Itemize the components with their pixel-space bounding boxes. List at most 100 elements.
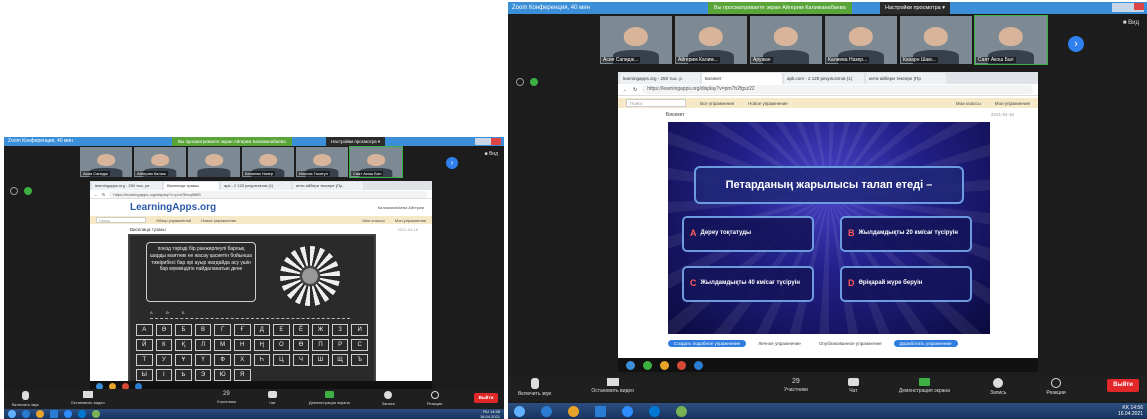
letter-key[interactable]: А xyxy=(136,324,153,336)
gallery-view-button[interactable]: ■ Вид xyxy=(485,151,498,157)
user-name[interactable]: Калижанабаева Айгерим xyxy=(378,205,424,210)
new-exercise-link[interactable]: Новое упражнение xyxy=(201,218,236,223)
private-exercise-button[interactable]: Личное упражнение xyxy=(752,340,807,347)
share-screen-button[interactable]: Демонстрация экрана xyxy=(899,378,950,394)
new-exercise-link[interactable]: Новое упражнение xyxy=(748,101,788,106)
letter-key[interactable]: Е xyxy=(273,324,290,336)
stop-video-button[interactable]: Остановить видео xyxy=(591,378,634,394)
shield-icon[interactable] xyxy=(530,78,538,86)
letter-key[interactable]: Ш xyxy=(312,354,329,366)
ie-icon[interactable] xyxy=(541,405,552,417)
letter-key[interactable]: П xyxy=(312,339,329,351)
participant-tile[interactable]: Аружан xyxy=(750,16,822,64)
window-controls[interactable] xyxy=(1112,3,1144,12)
participant-tile[interactable]: Айгерим Калиж... xyxy=(675,16,747,64)
word-icon[interactable] xyxy=(595,405,606,417)
create-similar-button[interactable]: Создать подобное упражнение xyxy=(668,340,747,347)
letter-key[interactable]: О xyxy=(273,339,290,351)
participant-tile[interactable]: Саят Акош Бал xyxy=(349,146,403,178)
start-button-icon[interactable] xyxy=(514,405,525,417)
reload-icon[interactable]: ↻ xyxy=(102,192,105,197)
leave-button[interactable]: Выйти xyxy=(1107,379,1139,392)
zoom-icon[interactable] xyxy=(622,405,633,417)
letter-key[interactable]: М xyxy=(214,339,231,351)
letter-key[interactable]: Ю xyxy=(214,369,231,381)
app-icon[interactable] xyxy=(92,410,100,418)
my-exercises-link[interactable]: Мои упражнения xyxy=(395,218,426,223)
windows-start-icon[interactable] xyxy=(626,360,635,370)
letter-key[interactable]: Т xyxy=(136,354,153,366)
browser-tab[interactable]: learningapps.org - 259 тыс. ре xyxy=(92,182,162,190)
browser-tab[interactable]: инти айбери тексере (Пр... xyxy=(293,182,363,190)
letter-key[interactable]: Ь xyxy=(175,369,192,381)
learningapps-logo[interactable]: LearningApps.org xyxy=(130,202,216,213)
letter-key[interactable]: І xyxy=(155,369,173,381)
view-options-button[interactable]: Настройки просмотра ▾ xyxy=(880,2,950,14)
letter-key[interactable]: В xyxy=(194,324,212,336)
browser-tab[interactable]: Бәсекет xyxy=(702,73,782,84)
answer-option-a[interactable]: A Дереу тоқтатуды xyxy=(682,216,814,252)
participant-tile[interactable]: Кахарн Шам... xyxy=(900,16,972,64)
letter-key[interactable]: Г xyxy=(214,324,231,336)
zoom-icon[interactable] xyxy=(64,410,72,418)
chrome-icon[interactable] xyxy=(36,410,44,418)
stop-video-button[interactable]: Остановить видео xyxy=(71,391,105,405)
participants-button[interactable]: 29 Участники xyxy=(217,391,236,404)
letter-key[interactable]: Я xyxy=(233,369,251,381)
window-controls[interactable] xyxy=(475,138,501,145)
next-participants-button[interactable]: › xyxy=(1068,36,1084,52)
opera-icon[interactable] xyxy=(677,360,686,370)
participants-button[interactable]: 29 Участники xyxy=(784,378,808,393)
next-participants-button[interactable]: › xyxy=(446,157,458,169)
letter-key[interactable]: Һ xyxy=(253,354,271,366)
letter-key[interactable]: Ө xyxy=(292,339,310,351)
my-classes-link[interactable]: Мои классы xyxy=(363,218,385,223)
letter-key[interactable]: Ғ xyxy=(233,324,251,336)
participant-tile[interactable]: Калиева Назер xyxy=(242,147,294,177)
reactions-button[interactable]: Реакции xyxy=(1046,378,1066,396)
reactions-button[interactable]: Реакции xyxy=(427,391,442,406)
letter-key[interactable]: Й xyxy=(136,339,153,351)
site-search-input[interactable]: Поиск xyxy=(626,99,686,107)
browser-tab[interactable]: apk.com - 2 120 результатов (1) xyxy=(784,73,864,84)
letter-key[interactable]: Э xyxy=(194,369,212,381)
address-input[interactable]: https://learningapps.org/display?v=pnn7f… xyxy=(109,190,428,198)
share-screen-button[interactable]: Демонстрация экрана xyxy=(309,391,350,405)
letter-key[interactable]: Ч xyxy=(292,354,310,366)
chrome-icon[interactable] xyxy=(660,360,669,370)
letter-key[interactable]: Ы xyxy=(136,369,153,381)
letter-key[interactable]: Х xyxy=(233,354,251,366)
answer-option-c[interactable]: C Жылдамдықты 40 км/сағ түсіруін xyxy=(682,266,814,302)
letter-key[interactable]: Б xyxy=(175,324,192,336)
gallery-view-button[interactable]: ■ Вид xyxy=(1123,20,1139,26)
participant-tile[interactable]: Асия Сапидж xyxy=(80,147,132,177)
letter-key[interactable]: Ә xyxy=(155,324,173,336)
participant-tile[interactable]: Асия Сапидж... xyxy=(600,16,672,64)
site-search-input[interactable]: Поиск xyxy=(96,217,146,223)
info-icon[interactable] xyxy=(516,78,524,86)
record-button[interactable]: Запись xyxy=(990,378,1006,396)
unmute-button[interactable]: Включить звук xyxy=(518,378,551,397)
edit-exercise-button[interactable]: Доработать упражнение xyxy=(893,340,958,347)
letter-key[interactable]: К xyxy=(155,339,173,351)
answer-option-d[interactable]: D Әріқарай жүре беруін xyxy=(840,266,972,302)
browser-tab[interactable]: Виселица тузакы xyxy=(164,182,219,190)
shield-icon[interactable] xyxy=(24,187,32,195)
answer-option-b[interactable]: B Жылдамдықты 20 км/сағ түсіруін xyxy=(840,216,972,252)
back-icon[interactable]: ← xyxy=(94,192,98,197)
all-exercises-link[interactable]: Все упражнения xyxy=(700,101,734,106)
chat-button[interactable]: Чат xyxy=(847,378,859,394)
letter-key[interactable]: Ұ xyxy=(175,354,192,366)
letter-key[interactable]: Р xyxy=(331,339,349,351)
word-icon[interactable] xyxy=(50,410,58,418)
participant-tile[interactable]: Ильназ Гизатул xyxy=(296,147,348,177)
letter-key[interactable]: Ж xyxy=(312,324,329,336)
back-icon[interactable]: ← xyxy=(623,87,628,93)
browser-tab[interactable]: инти айбери тексере (Пр xyxy=(866,73,946,84)
published-exercise-button[interactable]: Опубликованное упражнение xyxy=(813,340,888,347)
letter-key[interactable]: Ү xyxy=(194,354,212,366)
hp-icon[interactable] xyxy=(78,410,86,418)
letter-key[interactable]: Л xyxy=(194,339,212,351)
info-icon[interactable] xyxy=(10,187,18,195)
start-button-icon[interactable] xyxy=(8,410,16,418)
